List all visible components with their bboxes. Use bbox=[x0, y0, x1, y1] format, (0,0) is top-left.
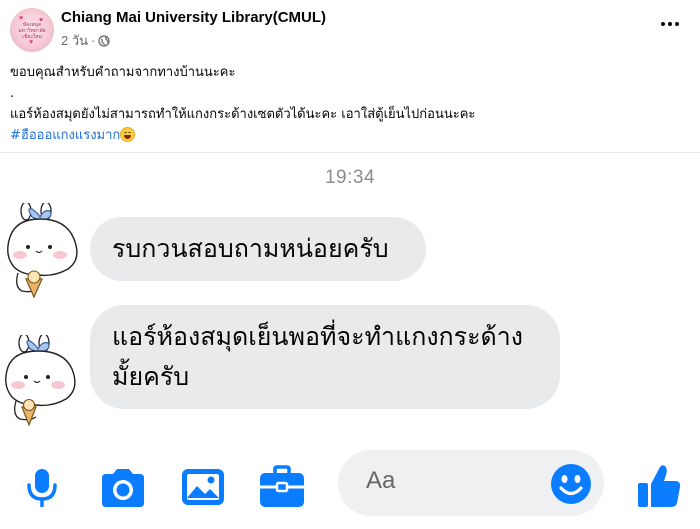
message-text: มั้ยครับ bbox=[112, 362, 190, 391]
post-body: ขอบคุณสำหรับคำถามจากทางบ้านนะคะ . แอร์ห้… bbox=[10, 62, 690, 146]
mic-icon[interactable] bbox=[22, 467, 62, 507]
post-line: ขอบคุณสำหรับคำถามจากทางบ้านนะคะ bbox=[10, 65, 236, 80]
post-meta: 2 วัน · bbox=[61, 30, 111, 51]
briefcase-icon[interactable] bbox=[258, 465, 306, 509]
chat-timestamp: 19:34 bbox=[324, 167, 376, 188]
thumbs-up-icon[interactable] bbox=[636, 463, 682, 509]
message-composer: Aa bbox=[0, 425, 700, 529]
grinning-sweat-emoji-icon bbox=[120, 127, 136, 142]
page-name[interactable]: Chiang Mai University Library(CMUL) bbox=[61, 9, 326, 26]
meta-separator: · bbox=[91, 33, 96, 48]
bunny-sticker-avatar bbox=[7, 203, 78, 299]
post-line: . bbox=[10, 86, 15, 101]
message-text: แอร์ห้องสมุดเย็นพอที่จะทำแกงกระด้าง bbox=[112, 322, 524, 351]
facebook-post: ♥ ♥ ห้องสมุดมหาวิทยาลัยเชียงใหม่ ♥ Chian… bbox=[0, 0, 700, 152]
heart-icon: ♥ bbox=[19, 15, 24, 22]
message-text: รบกวนสอบถามหน่อยครับ bbox=[112, 234, 389, 263]
heart-icon: ♥ bbox=[29, 39, 34, 46]
more-options-icon[interactable] bbox=[652, 12, 688, 36]
camera-icon[interactable] bbox=[98, 468, 148, 508]
post-line: แอร์ห้องสมุดยังไม่สามารถทำให้แกงกระด้างเ… bbox=[10, 107, 476, 122]
message-bubble: รบกวนสอบถามหน่อยครับ bbox=[90, 217, 426, 281]
post-hashtag-line: #ฮือออแกงแรงมาก bbox=[10, 125, 690, 146]
message-bubble: แอร์ห้องสมุดเย็นพอที่จะทำแกงกระด้าง มั้ย… bbox=[90, 305, 560, 409]
page-avatar[interactable]: ♥ ♥ ห้องสมุดมหาวิทยาลัยเชียงใหม่ ♥ bbox=[10, 8, 54, 52]
bunny-sticker-avatar bbox=[5, 335, 76, 427]
avatar-text: ห้องสมุดมหาวิทยาลัยเชียงใหม่ bbox=[18, 22, 46, 40]
smiley-icon[interactable] bbox=[550, 463, 592, 505]
input-placeholder: Aa bbox=[366, 467, 396, 494]
hashtag-link[interactable]: #ฮือออแกงแรงมาก bbox=[10, 128, 120, 143]
post-time[interactable]: 2 วัน bbox=[61, 30, 88, 51]
globe-icon bbox=[98, 34, 111, 47]
messenger-screenshot: 19:34 รบกวนสอบถามหน่อยครับ แอร์ห้องสมุดเ… bbox=[0, 152, 700, 529]
image-icon[interactable] bbox=[180, 467, 226, 507]
